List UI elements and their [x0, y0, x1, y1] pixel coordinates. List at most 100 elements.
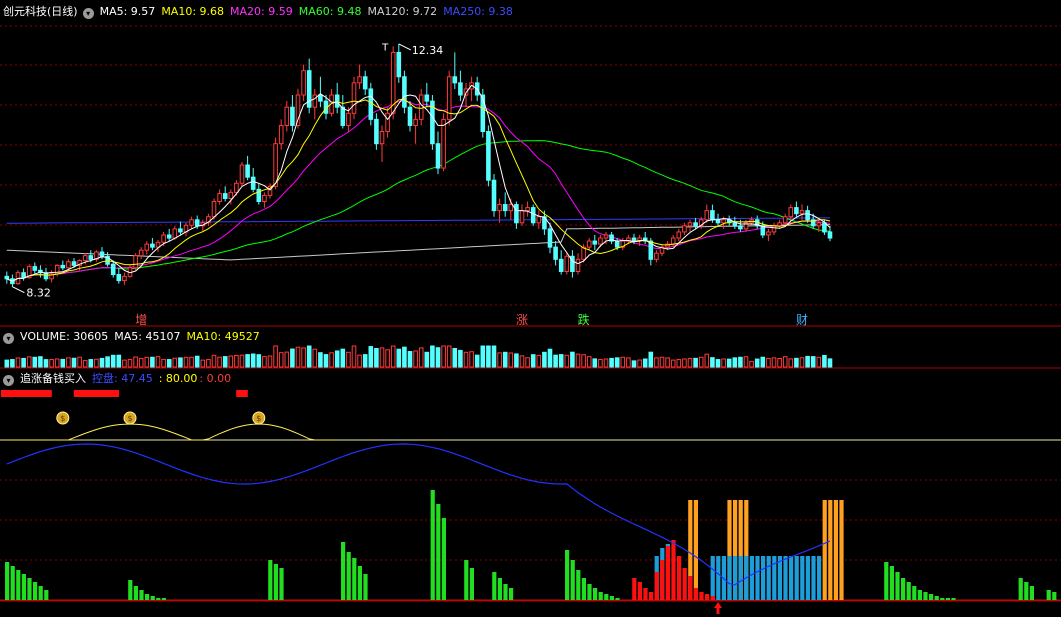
candle-body — [486, 131, 491, 181]
candle-body — [161, 234, 166, 243]
candle-body — [782, 216, 788, 224]
candle — [334, 82, 340, 114]
candle — [687, 219, 693, 232]
red-bar — [688, 576, 693, 600]
volume-bar — [626, 357, 631, 368]
volume-bar — [469, 351, 474, 368]
green-bar — [357, 566, 362, 600]
candle-body — [738, 225, 743, 230]
ma60-label: MA60: 9.48 — [298, 5, 362, 18]
volume-bar — [239, 354, 245, 368]
candle-body — [66, 261, 71, 269]
candle-body — [480, 94, 486, 133]
blue-bar — [817, 556, 822, 600]
candle-body — [687, 222, 693, 227]
red-square — [73, 390, 80, 397]
candle — [166, 228, 172, 242]
green-bar — [945, 598, 950, 600]
volume-bar — [10, 359, 15, 368]
volume-bar — [430, 345, 435, 368]
orange-bar — [839, 500, 844, 600]
candle-body — [827, 231, 833, 239]
indicator-title: 追涨备钱买入 — [20, 372, 86, 385]
candle-body — [71, 261, 77, 266]
collapse-icon[interactable]: ▾ — [3, 333, 14, 344]
green-bar — [10, 566, 15, 600]
orange-bar — [828, 500, 833, 600]
volume-bar — [183, 356, 189, 368]
candle-body — [508, 204, 514, 212]
signal-marker: 增 — [135, 313, 147, 327]
volume-bar — [138, 357, 144, 368]
volume-bar — [357, 354, 362, 368]
volume-bar — [777, 358, 782, 368]
candle-body — [441, 118, 446, 169]
candle — [144, 241, 150, 255]
green-bar — [492, 572, 497, 600]
orange-bar — [833, 500, 838, 600]
volume-bar — [334, 350, 340, 368]
candle — [222, 186, 228, 202]
volume-bar — [676, 359, 682, 368]
candle-body — [138, 249, 144, 257]
candle-body — [21, 272, 26, 279]
volume-bar — [346, 351, 351, 368]
candle — [430, 95, 435, 150]
volume-bar — [766, 357, 771, 368]
volume-bar — [491, 345, 497, 368]
candle-body — [435, 143, 441, 169]
green-bar — [436, 504, 441, 600]
volume-bar — [704, 353, 710, 368]
candle-body — [536, 216, 542, 224]
candle-body — [799, 210, 805, 215]
volume-bar — [245, 354, 250, 368]
green-bar — [145, 594, 150, 600]
green-bar — [16, 570, 21, 600]
volume-bar — [525, 357, 530, 368]
blue-bar — [738, 556, 743, 600]
money-bag-icon: $ — [56, 411, 70, 425]
candle-body — [805, 210, 810, 221]
volume-bar — [418, 347, 424, 368]
red-bar — [699, 592, 704, 600]
ma120-line — [6, 224, 831, 261]
candle-body — [458, 82, 463, 96]
candle — [206, 213, 211, 226]
candle — [217, 189, 222, 205]
red-square — [90, 390, 97, 397]
red-bar — [665, 546, 670, 600]
red-square — [236, 390, 243, 397]
volume-bar — [407, 351, 413, 368]
candle — [553, 241, 558, 266]
candle-body — [676, 231, 682, 239]
green-bar — [38, 586, 43, 600]
volume-bar — [368, 346, 374, 368]
collapse-icon[interactable]: ▾ — [82, 8, 94, 19]
low-price-label: 8.32 — [26, 287, 51, 300]
candle-body — [710, 210, 715, 221]
candle-body — [771, 225, 777, 233]
volume-bar — [670, 359, 676, 368]
red-square — [113, 390, 119, 397]
candle-body — [133, 255, 138, 269]
candle-body — [122, 275, 127, 282]
candle-body — [497, 204, 502, 212]
candle — [318, 76, 323, 108]
volume-bar — [88, 359, 94, 368]
green-bar — [21, 574, 26, 600]
volume-bar — [15, 357, 21, 368]
candle-body — [424, 94, 430, 102]
volume-bar — [166, 359, 172, 368]
candle-body — [794, 207, 799, 215]
green-bar — [884, 562, 889, 600]
candle-body — [312, 94, 318, 108]
volume-bar — [329, 352, 334, 368]
volume-bar — [43, 359, 49, 368]
red-bar — [705, 594, 710, 600]
candle — [396, 43, 402, 83]
volume-bar — [788, 358, 794, 368]
chart-canvas: 12.34 8.32 增 涨 跌 财 T $ $ $ — [0, 25, 1061, 614]
collapse-icon[interactable]: ▾ — [3, 375, 14, 386]
candle-body — [491, 179, 497, 212]
candle-body — [586, 240, 592, 248]
